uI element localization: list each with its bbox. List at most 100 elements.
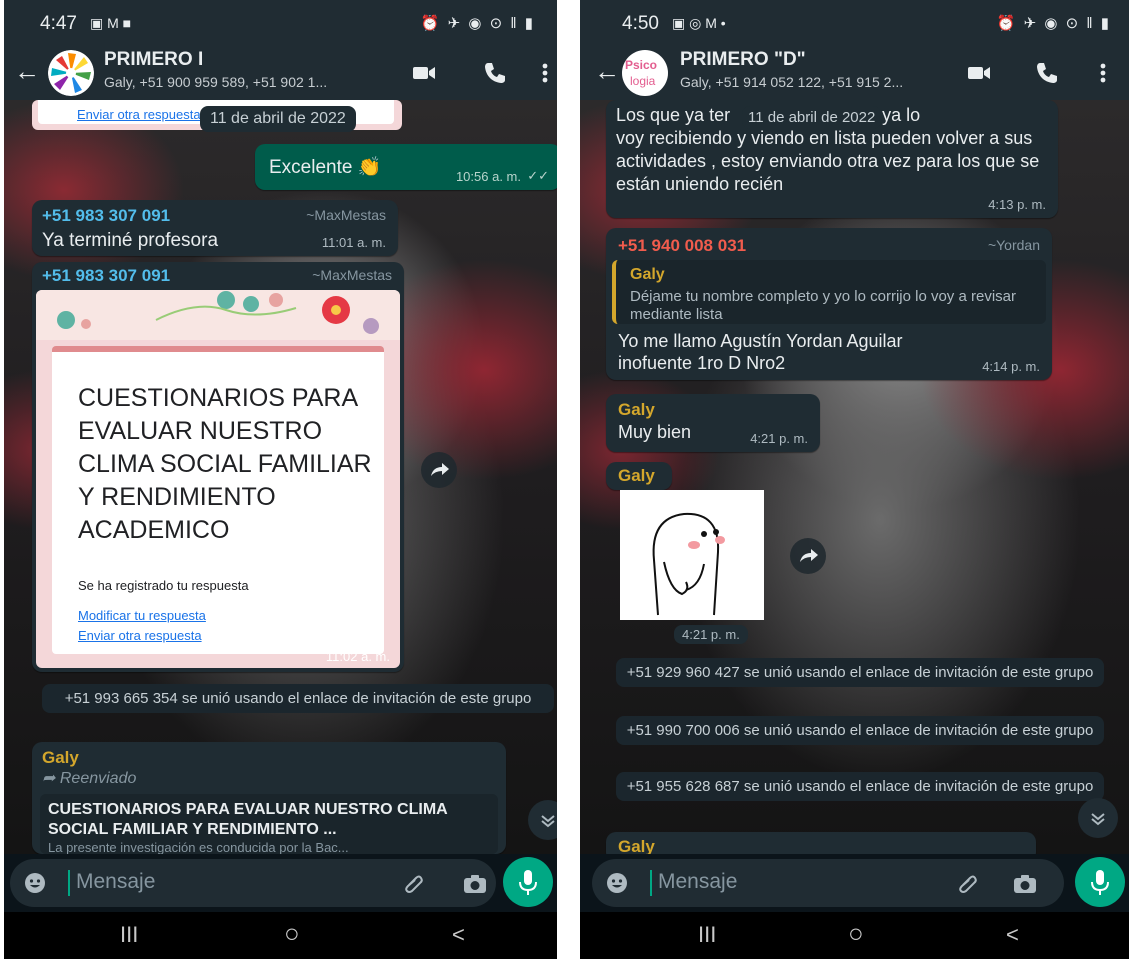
message-placeholder: Mensaje (658, 870, 738, 893)
chat-header[interactable]: ← Psico logia PRIMERO "D" Galy, +51 914 … (580, 46, 1129, 100)
form-confirmation: Se ha registrado tu respuesta (78, 578, 249, 593)
form-screenshot-image[interactable]: CUESTIONARIOS PARA EVALUAR NUESTRO CLIMA… (36, 290, 400, 668)
form-link-modify[interactable]: Modificar tu respuesta (78, 608, 206, 623)
status-notification-icons: ▣ ◎ M • (672, 15, 726, 31)
text-cursor (68, 870, 70, 896)
camera-icon[interactable] (1012, 872, 1038, 896)
sticker-image[interactable] (620, 490, 764, 620)
link-preview[interactable]: CUESTIONARIOS PARA EVALUAR NUESTRO CLIMA… (40, 794, 498, 854)
attach-icon[interactable] (402, 872, 426, 896)
sender-name[interactable]: Galy (618, 837, 655, 854)
voice-call-icon[interactable] (482, 60, 508, 86)
voice-message-button[interactable] (1075, 857, 1125, 907)
form-link-send-again[interactable]: Enviar otra respuesta (78, 628, 202, 643)
avatar-text-bottom: logia (630, 74, 656, 88)
quoted-message[interactable]: Galy Déjame tu nombre completo y yo lo c… (612, 260, 1046, 324)
link-preview-title: CUESTIONARIOS PARA EVALUAR NUESTRO CLIMA… (48, 801, 448, 838)
group-avatar[interactable]: Psico logia (622, 50, 668, 96)
group-title: PRIMERO I (104, 49, 204, 70)
recents-button[interactable]: III (698, 922, 716, 948)
system-join-notice: +51 990 700 006 se unió usando el enlace… (616, 716, 1104, 745)
status-time: 4:47 (40, 13, 77, 34)
quote-text: Déjame tu nombre completo y yo lo corrij… (630, 288, 1016, 323)
forwarded-message[interactable]: Galy ➦ Reenviado CUESTIONARIOS PARA EVAL… (32, 742, 506, 854)
incoming-message[interactable]: +51 983 307 091 ~MaxMestas Ya terminé pr… (32, 200, 398, 256)
status-bar: 4:47 ▣ M ■ ⏰ ✈ ◉ ⊙ ‖ ▮ (4, 0, 557, 46)
back-button[interactable]: < (452, 922, 465, 948)
chat-area[interactable]: Enviar otra respuesta 11 de abril de 202… (4, 100, 557, 854)
message-text: Excelente 👏 (269, 157, 382, 178)
sender-name[interactable]: Galy (618, 466, 655, 486)
sender-label-bubble[interactable]: Galy (606, 462, 672, 490)
sender-name[interactable]: Galy (618, 400, 655, 420)
incoming-message-partial[interactable]: Galy (606, 832, 1036, 854)
more-options-icon[interactable] (540, 60, 550, 86)
group-participants: Galy, +51 914 052 122, +51 915 2... (680, 74, 904, 90)
message-time: 4:13 p. m. (988, 197, 1046, 212)
double-chevron-down-icon (1091, 813, 1105, 826)
scroll-to-bottom-button[interactable] (1078, 798, 1118, 838)
forward-button[interactable] (421, 452, 457, 488)
home-button[interactable]: ○ (284, 918, 300, 949)
message-input-bar: Mensaje (580, 854, 1129, 912)
sender-alias: ~MaxMestas (312, 267, 392, 283)
group-title: PRIMERO "D" (680, 49, 806, 70)
date-chip: 11 de abril de 2022 (200, 106, 356, 132)
back-button[interactable]: < (1006, 922, 1019, 948)
incoming-reply-message[interactable]: +51 940 008 031 ~Yordan Galy Déjame tu n… (606, 228, 1052, 380)
text-cursor (650, 870, 652, 896)
emoji-icon[interactable] (606, 872, 628, 894)
group-avatar[interactable] (48, 50, 94, 96)
group-participants: Galy, +51 900 959 589, +51 902 1... (104, 74, 328, 90)
message-time: 10:56 a. m. (455, 169, 521, 184)
voice-call-icon[interactable] (1034, 60, 1060, 86)
forwarded-arrow-icon: ➦ (42, 770, 60, 787)
chat-area[interactable]: Los que ya ter os ya lo voy recibiendo y v… (580, 100, 1129, 854)
sender-phone[interactable]: +51 983 307 091 (42, 266, 170, 286)
microphone-icon (519, 870, 537, 895)
forward-button[interactable] (790, 538, 826, 574)
message-time: 11:02 a. m. (325, 649, 390, 664)
message-time: 4:21 p. m. (750, 431, 808, 446)
attach-icon[interactable] (956, 872, 980, 896)
left-phone-screen: 4:47 ▣ M ■ ⏰ ✈ ◉ ⊙ ‖ ▮ ← PRIMERO I Galy,… (4, 0, 557, 959)
read-ticks-icon: ✓✓ (527, 168, 549, 183)
sender-name[interactable]: Galy (42, 748, 79, 768)
incoming-message[interactable]: Galy Muy bien 4:21 p. m. (606, 394, 820, 452)
emoji-icon[interactable] (24, 872, 46, 894)
message-text: Ya terminé profesora (42, 230, 219, 251)
voice-message-button[interactable] (503, 857, 553, 907)
back-arrow-icon[interactable]: ← (594, 56, 620, 87)
avatar-text-top: Psico (625, 58, 658, 72)
recents-button[interactable]: III (120, 922, 138, 948)
message-time: 11:01 a. m. (321, 235, 386, 250)
scroll-to-bottom-button[interactable] (528, 800, 557, 840)
message-text: Yo me llamo Agustín Yordan Aguilar inofu… (618, 331, 903, 373)
status-notification-icons: ▣ M ■ (90, 15, 132, 31)
video-call-icon[interactable] (411, 60, 437, 86)
system-join-notice: +51 955 628 687 se unió usando el enlace… (616, 772, 1104, 801)
date-chip: 11 de abril de 2022 (742, 106, 882, 129)
message-input-bar: Mensaje (4, 854, 557, 912)
more-options-icon[interactable] (1098, 60, 1108, 86)
sender-phone[interactable]: +51 940 008 031 (618, 236, 746, 256)
right-phone-screen: 4:50 ▣ ◎ M • ⏰ ✈ ◉ ⊙ ‖ ▮ ← Psico logia P… (580, 0, 1129, 959)
home-button[interactable]: ○ (848, 918, 864, 949)
message-time: 4:14 p. m. (982, 359, 1040, 374)
double-chevron-down-icon (541, 815, 555, 828)
form-card: CUESTIONARIOS PARA EVALUAR NUESTRO CLIMA… (52, 346, 384, 654)
camera-icon[interactable] (462, 872, 488, 896)
status-system-icons: ⏰ ✈ ◉ ⊙ ‖ ▮ (420, 15, 535, 32)
video-call-icon[interactable] (966, 60, 992, 86)
android-nav-bar: III ○ < (4, 912, 557, 959)
forwarded-label: ➦ Reenviado (42, 768, 136, 788)
outgoing-message[interactable]: Excelente 👏 10:56 a. m. ✓✓ (255, 144, 557, 190)
sender-phone[interactable]: +51 983 307 091 (42, 206, 170, 226)
message-field[interactable]: Mensaje (10, 859, 496, 907)
form-link-send-again[interactable]: Enviar otra respuesta (77, 107, 201, 122)
message-field[interactable]: Mensaje (592, 859, 1064, 907)
status-bar: 4:50 ▣ ◎ M • ⏰ ✈ ◉ ⊙ ‖ ▮ (580, 0, 1129, 46)
back-arrow-icon[interactable]: ← (14, 56, 40, 87)
chat-header[interactable]: ← PRIMERO I Galy, +51 900 959 589, +51 9… (4, 46, 557, 100)
incoming-image-message[interactable]: +51 983 307 091 ~MaxMestas CUESTIONARIOS… (32, 262, 404, 672)
